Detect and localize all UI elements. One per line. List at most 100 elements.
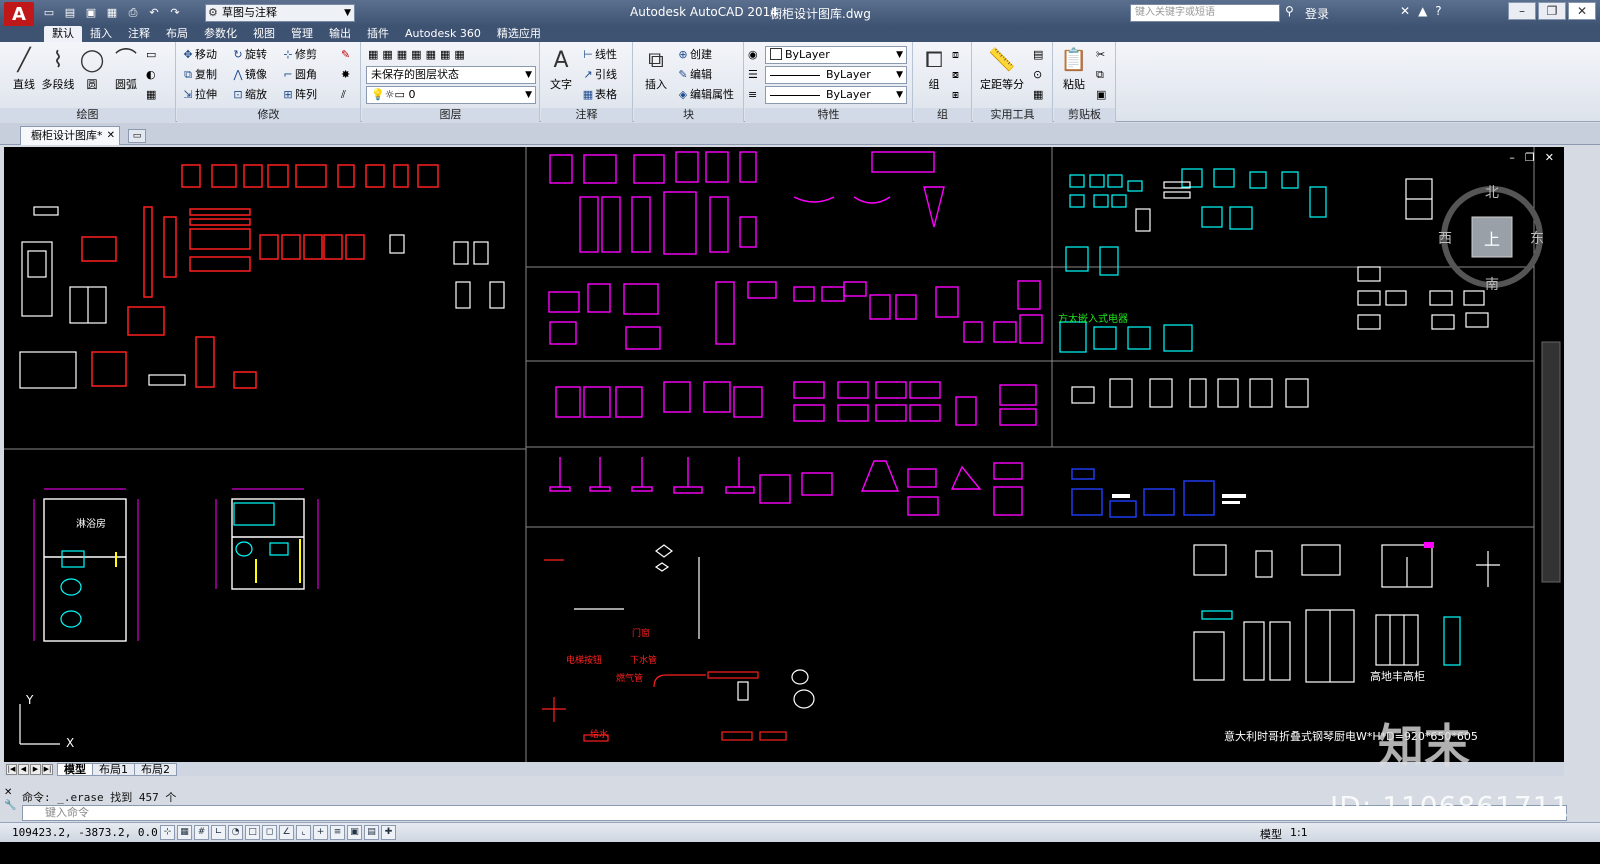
quick-properties-icon[interactable]: ▤ <box>364 825 379 840</box>
fillet-button[interactable]: ⌐ 圆角 <box>281 66 317 84</box>
transparency-icon[interactable]: ▣ <box>347 825 362 840</box>
drawing-canvas[interactable]: Y X 淋浴房 方太嵌入式电器 高地丰高柜 意大利时哥折叠式钢琴厨电W*H*D=… <box>4 147 1564 762</box>
minimize-button[interactable]: – <box>1508 2 1536 20</box>
color-select[interactable]: ByLayer ▼ <box>765 46 907 64</box>
new-file-icon[interactable]: ▭ <box>40 4 58 22</box>
minimize-viewport-icon[interactable]: – <box>1509 151 1515 164</box>
login-button[interactable]: 登录 <box>1305 5 1329 22</box>
lineweight-icon[interactable]: ≡ <box>748 86 757 104</box>
3d-osnap-icon[interactable]: ◻ <box>262 825 277 840</box>
tab-default[interactable]: 默认 <box>44 26 82 42</box>
leader-button[interactable]: ↗ 引线 <box>581 66 617 84</box>
offset-icon[interactable]: ⫽ <box>341 86 346 104</box>
polar-icon[interactable]: ◔ <box>228 825 243 840</box>
copy-base-icon[interactable]: ▣ <box>1096 86 1106 104</box>
undo-icon[interactable]: ↶ <box>145 4 163 22</box>
close-icon[interactable]: ✕ <box>107 127 115 145</box>
compass-west-label[interactable]: 西 <box>1438 231 1452 247</box>
close-command-icon[interactable]: ✕ <box>4 787 18 798</box>
print-icon[interactable]: ⎙ <box>124 4 142 22</box>
groups-panel-title[interactable]: 组 <box>914 108 971 122</box>
copy-clip-icon[interactable]: ⧉ <box>1096 66 1104 84</box>
exchange-icon[interactable]: ✕ <box>1400 4 1410 18</box>
create-block-button[interactable]: ⊕ 创建 <box>676 46 712 64</box>
edit-attributes-button[interactable]: ◈ 编辑属性 <box>676 86 734 104</box>
open-folder-icon[interactable]: ▤ <box>61 4 79 22</box>
annotation-scale[interactable]: 1:1 <box>1290 826 1308 842</box>
gradient-icon[interactable]: ▦ <box>146 86 156 104</box>
last-tab-icon[interactable]: ▶| <box>42 763 53 775</box>
id-point-icon[interactable]: ⊙ <box>1033 66 1042 84</box>
snap-icon[interactable]: ▦ <box>177 825 192 840</box>
insert-block-button[interactable]: ⧉ 插入 <box>638 46 674 92</box>
new-tab-button[interactable]: ▭ <box>128 129 146 143</box>
match-properties-icon[interactable]: ◉ <box>748 46 758 64</box>
close-button[interactable]: ✕ <box>1568 2 1596 20</box>
tab-layout1[interactable]: 布局1 <box>92 762 135 776</box>
otrack-icon[interactable]: ∠ <box>279 825 294 840</box>
current-layer-select[interactable]: 💡☼▭ 0 ▼ <box>366 86 536 104</box>
table-button[interactable]: ▦ 表格 <box>581 86 617 104</box>
rotate-button[interactable]: ↻ 旋转 <box>231 46 267 64</box>
search-input[interactable]: 键入关键字或短语 <box>1130 4 1280 22</box>
model-space-toggle[interactable]: 模型 <box>1260 826 1282 842</box>
osnap-icon[interactable]: □ <box>245 825 260 840</box>
calculator-icon[interactable]: ▦ <box>1033 86 1043 104</box>
model-space-drawing[interactable]: Y X 淋浴房 方太嵌入式电器 高地丰高柜 意大利时哥折叠式钢琴厨电W*H*D=… <box>4 147 1564 762</box>
viewcube-top-label[interactable]: 上 <box>1484 230 1500 249</box>
layers-panel-title[interactable]: 图层 <box>362 108 539 122</box>
workspace-select[interactable]: ⚙ 草图与注释 ▼ <box>205 4 355 22</box>
polyline-button[interactable]: ⌇ 多段线 <box>40 46 76 92</box>
move-button[interactable]: ✥ 移动 <box>181 46 217 64</box>
mirror-button[interactable]: ⋀ 镜像 <box>231 66 267 84</box>
navigation-bar[interactable] <box>1541 341 1561 583</box>
coordinate-readout[interactable]: 109423.2, -3873.2, 0.0 <box>12 826 158 839</box>
properties-panel-title[interactable]: 特性 <box>745 108 912 122</box>
binoculars-icon[interactable]: ⚲ <box>1285 4 1294 18</box>
linetype-select[interactable]: ByLayer ▼ <box>765 66 907 84</box>
group-select-icon[interactable]: ⧆ <box>952 86 959 104</box>
explode-icon[interactable]: ✸ <box>341 66 350 84</box>
tab-featured-apps[interactable]: 精选应用 <box>489 26 549 42</box>
layer-state-select[interactable]: 未保存的图层状态 ▼ <box>366 66 536 84</box>
modify-panel-title[interactable]: 修改 <box>177 108 360 122</box>
stretch-button[interactable]: ⇲ 拉伸 <box>181 86 217 104</box>
circle-button[interactable]: ◯ 圆 <box>74 46 110 92</box>
grid-icon[interactable]: # <box>194 825 209 840</box>
lineweight-toggle-icon[interactable]: ≡ <box>330 825 345 840</box>
tab-manage[interactable]: 管理 <box>283 26 321 42</box>
redo-icon[interactable]: ↷ <box>166 4 184 22</box>
save-icon[interactable]: ▣ <box>82 4 100 22</box>
tab-output[interactable]: 输出 <box>321 26 359 42</box>
layer-tools-icons[interactable]: ▦▦▦▦▦▦▦ <box>368 46 469 64</box>
dyn-icon[interactable]: + <box>313 825 328 840</box>
edit-block-button[interactable]: ✎ 编辑 <box>676 66 712 84</box>
annotation-panel-title[interactable]: 注释 <box>541 108 632 122</box>
tab-model[interactable]: 模型 <box>57 762 93 776</box>
tab-plugins[interactable]: 插件 <box>359 26 397 42</box>
tab-parametric[interactable]: 参数化 <box>196 26 245 42</box>
group-button[interactable]: ⧠ 组 <box>916 46 952 92</box>
utilities-panel-title[interactable]: 实用工具 <box>973 108 1052 122</box>
cut-icon[interactable]: ✂ <box>1096 46 1105 64</box>
lineweight-select[interactable]: ByLayer ▼ <box>765 86 907 104</box>
user-icon[interactable]: ▲ <box>1418 4 1427 18</box>
trim-button[interactable]: ⊹ 修剪 <box>281 46 317 64</box>
next-tab-icon[interactable]: ▶ <box>30 763 41 775</box>
tab-annotate[interactable]: 注释 <box>120 26 158 42</box>
prev-tab-icon[interactable]: ◀ <box>18 763 29 775</box>
array-button[interactable]: ⊞ 阵列 <box>281 86 317 104</box>
application-menu-button[interactable]: A <box>4 2 34 28</box>
save-as-icon[interactable]: ▦ <box>103 4 121 22</box>
ungroup-icon[interactable]: ⧈ <box>952 46 959 64</box>
block-panel-title[interactable]: 块 <box>634 108 743 122</box>
compass-south-label[interactable]: 南 <box>1485 277 1499 293</box>
tab-autodesk-360[interactable]: Autodesk 360 <box>397 26 489 42</box>
close-viewport-icon[interactable]: ✕ <box>1545 151 1554 164</box>
tab-layout2[interactable]: 布局2 <box>134 762 177 776</box>
list-icon[interactable]: ☰ <box>748 66 758 84</box>
tab-layout[interactable]: 布局 <box>158 26 196 42</box>
command-line-handle[interactable]: ✕ 🔧 <box>4 787 18 821</box>
hatch-icon[interactable]: ◐ <box>146 66 156 84</box>
compass-north-label[interactable]: 北 <box>1485 185 1499 201</box>
